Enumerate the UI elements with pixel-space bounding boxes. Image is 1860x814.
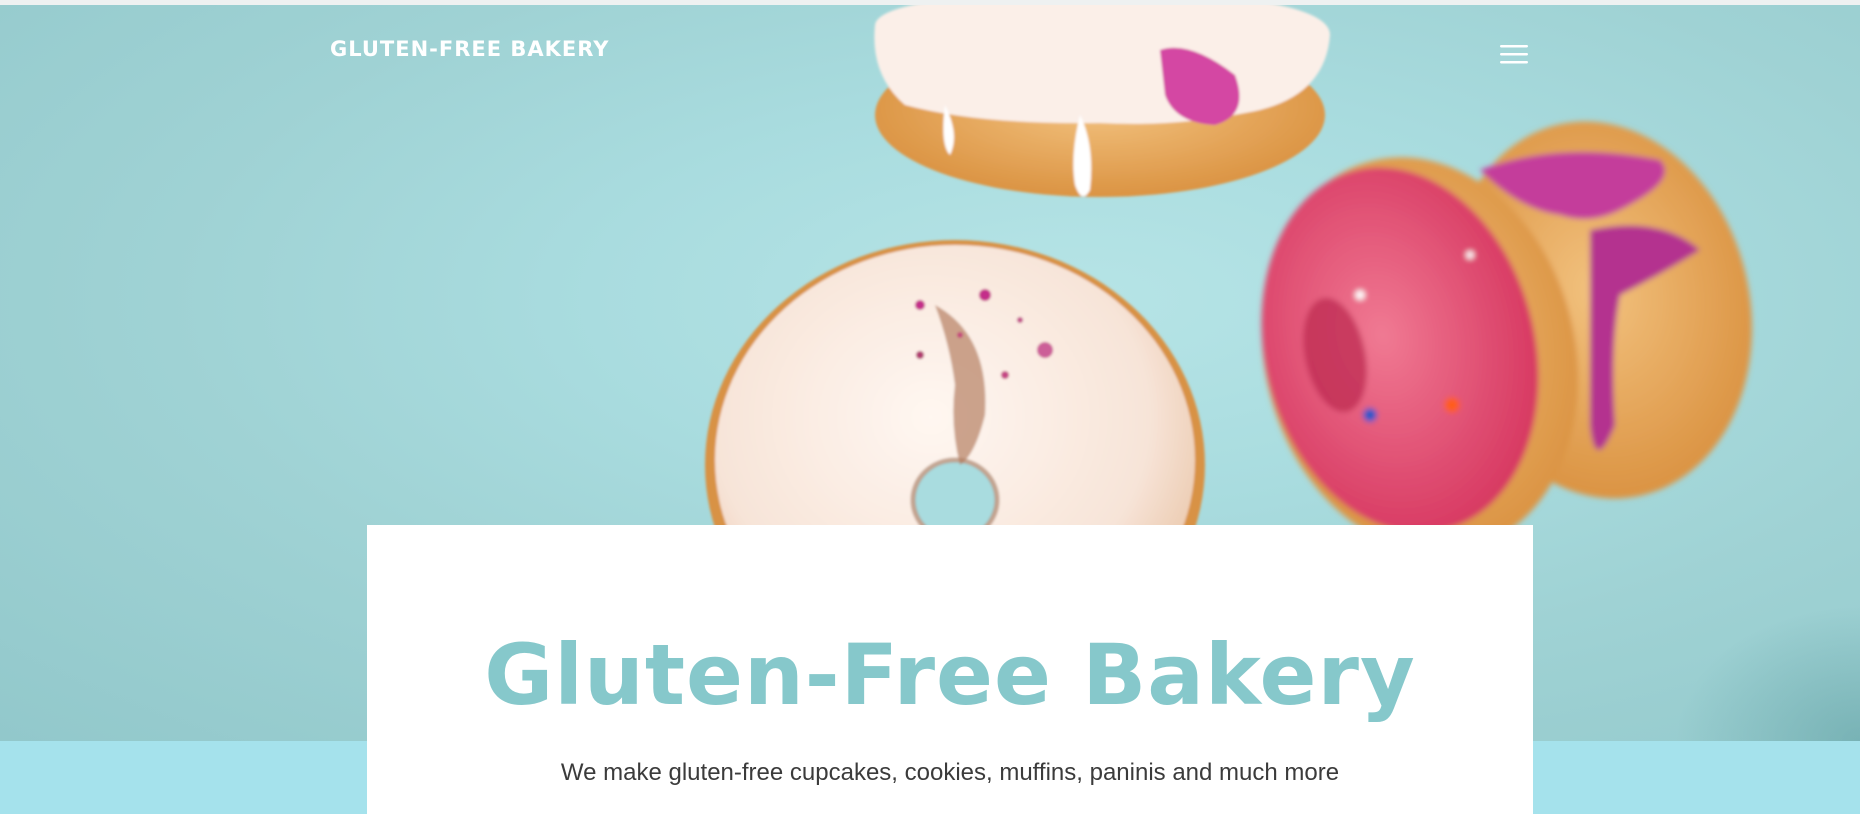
hero-title: Gluten-Free Bakery xyxy=(484,626,1416,724)
brand-logo-text[interactable]: GLUTEN-FREE BAKERY xyxy=(330,37,610,61)
top-navbar: GLUTEN-FREE BAKERY xyxy=(0,5,1860,95)
hero-content-card: Gluten-Free Bakery We make gluten-free c… xyxy=(367,525,1533,814)
hero-subtitle: We make gluten-free cupcakes, cookies, m… xyxy=(560,759,1340,786)
hamburger-menu-icon[interactable] xyxy=(1496,39,1532,69)
